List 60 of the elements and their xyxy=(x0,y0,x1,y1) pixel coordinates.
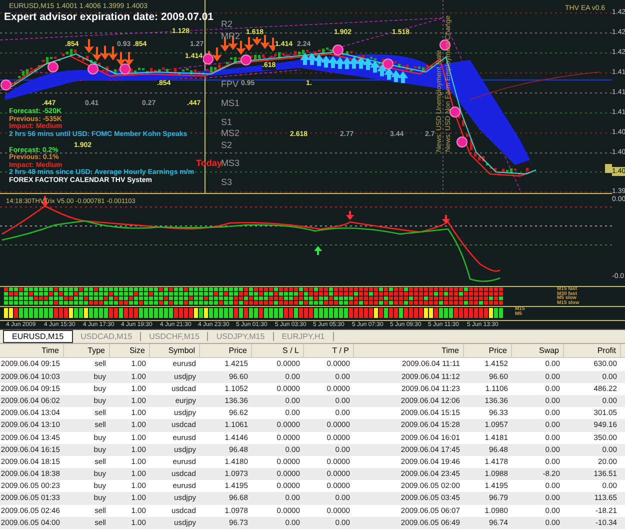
pivot-label: MR2 xyxy=(221,31,240,41)
candlestick xyxy=(462,120,464,126)
sell-arrow-icon xyxy=(92,46,102,61)
column-header[interactable]: Symbol xyxy=(150,344,200,358)
signal-marker xyxy=(332,44,344,56)
sell-arrow-icon xyxy=(220,38,230,52)
column-header[interactable]: T / P xyxy=(304,344,354,358)
buy-arrow-icon xyxy=(391,70,401,82)
buy-arrow-icon xyxy=(356,56,366,69)
signal-marker xyxy=(120,64,130,74)
buy-arrow-icon xyxy=(349,56,359,69)
buy-arrow-icon xyxy=(321,55,331,68)
signal-marker xyxy=(240,54,252,66)
signal-marker xyxy=(0,80,12,90)
sell-arrow-icon xyxy=(124,52,134,66)
sell-arrow-icon xyxy=(244,36,254,51)
pivot-label: FPV xyxy=(221,79,239,89)
column-header[interactable]: Profit xyxy=(564,344,621,358)
pivot-label: S2 xyxy=(221,140,232,150)
buy-arrow-icon xyxy=(377,64,387,76)
column-header[interactable]: Price xyxy=(464,344,512,358)
buy-arrow-icon xyxy=(328,56,338,68)
sell-arrow-icon xyxy=(108,46,118,60)
signal-marker xyxy=(88,64,98,74)
buy-arrow-icon xyxy=(370,60,380,73)
pivot-label: MS2 xyxy=(221,128,240,138)
pivot-label: MS1 xyxy=(221,98,240,108)
pivot-label: S3 xyxy=(221,177,232,187)
pivot-label: R2 xyxy=(221,19,233,29)
buy-arrow-icon xyxy=(335,56,345,69)
buy-arrow-icon xyxy=(398,71,408,84)
candlestick xyxy=(466,134,468,137)
buy-arrow-icon xyxy=(314,54,324,66)
sell-arrow-icon xyxy=(116,52,126,66)
sell-arrow-icon xyxy=(84,39,94,54)
buy-arrow-icon xyxy=(300,53,310,65)
buy-arrow-icon xyxy=(342,57,352,70)
pivot-label: MS3 xyxy=(221,158,240,168)
sell-arrow-icon xyxy=(100,46,110,60)
column-header[interactable]: Type xyxy=(64,344,110,358)
buy-arrow-icon xyxy=(363,58,373,70)
chart-tab[interactable]: EURUSD,M15 xyxy=(3,330,73,344)
candlestick xyxy=(470,139,472,150)
column-header[interactable]: Time xyxy=(0,344,64,358)
column-header[interactable]: Swap xyxy=(512,344,564,358)
pivot-label: S1 xyxy=(221,117,232,127)
column-header[interactable]: Time xyxy=(354,344,464,358)
signal-marker xyxy=(48,62,58,72)
column-header[interactable]: Size xyxy=(110,344,150,358)
sell-arrow-icon xyxy=(260,35,270,50)
sell-arrow-icon xyxy=(236,40,246,55)
sell-arrow-icon xyxy=(212,48,222,62)
signal-marker xyxy=(456,136,468,148)
price-marker xyxy=(605,164,612,173)
buy-arrow-icon xyxy=(307,53,317,65)
column-header[interactable]: Price xyxy=(200,344,252,358)
column-header[interactable]: S / L xyxy=(252,344,304,358)
signal-marker xyxy=(450,106,460,118)
buy-arrow-icon xyxy=(384,68,394,80)
signal-marker xyxy=(202,54,214,64)
